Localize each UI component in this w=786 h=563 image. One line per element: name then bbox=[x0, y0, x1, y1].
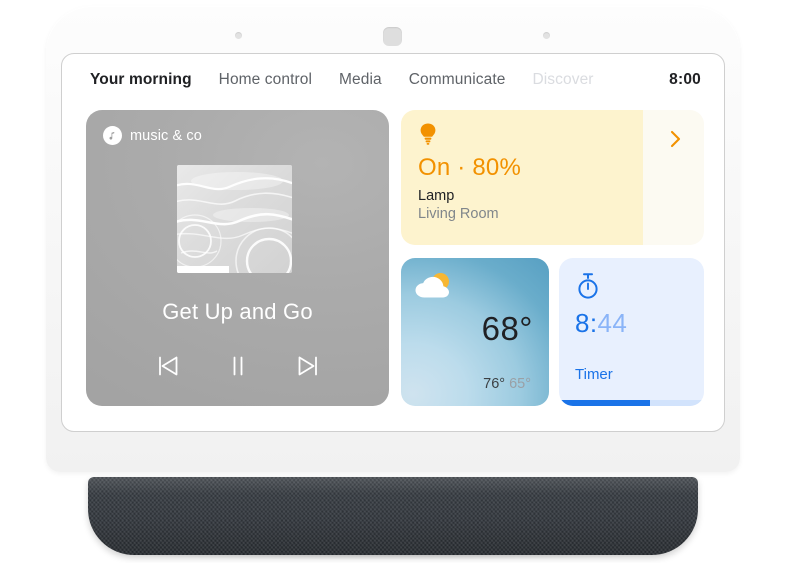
timer-value-main: 8: bbox=[575, 308, 598, 338]
light-bulb-icon bbox=[418, 122, 704, 151]
media-player-card[interactable]: music & co Get Up and Go bbox=[86, 110, 389, 406]
timer-progress-bar bbox=[559, 400, 704, 406]
temperature-range: 76° 65° bbox=[483, 376, 531, 392]
skip-previous-icon[interactable] bbox=[155, 353, 181, 384]
high-temperature: 76° bbox=[483, 376, 506, 392]
lamp-room-label: Living Room bbox=[418, 206, 499, 222]
weather-card[interactable]: 68° 76° 65° bbox=[401, 258, 549, 406]
sensor-dot-right-icon bbox=[543, 32, 550, 39]
timer-label: Timer bbox=[575, 366, 613, 383]
status-clock: 8:00 bbox=[669, 71, 701, 88]
lamp-name-label: Lamp bbox=[418, 188, 455, 204]
pause-icon[interactable] bbox=[225, 353, 251, 384]
card-grid: music & co Get Up and Go On · 80% Lamp L… bbox=[86, 110, 704, 408]
stopwatch-icon bbox=[575, 272, 601, 305]
timer-card[interactable]: 8:44 Timer bbox=[559, 258, 704, 406]
media-provider-label: music & co bbox=[130, 127, 202, 144]
lamp-card-content: On · 80% Lamp Living Room bbox=[418, 122, 704, 222]
sensor-dot-left-icon bbox=[235, 32, 242, 39]
speaker-grille bbox=[88, 477, 698, 555]
camera-sensor-icon bbox=[383, 27, 402, 46]
tab-your-morning[interactable]: Your morning bbox=[90, 71, 192, 89]
tab-discover[interactable]: Discover bbox=[532, 71, 593, 89]
album-artwork-notch bbox=[177, 266, 229, 273]
top-navigation-bar: Your morning Home control Media Communic… bbox=[62, 54, 724, 106]
media-transport-controls bbox=[86, 353, 389, 384]
music-note-icon bbox=[103, 126, 122, 145]
timer-value-seconds: 44 bbox=[597, 308, 628, 338]
media-provider: music & co bbox=[103, 126, 202, 145]
smart-display-device: Your morning Home control Media Communic… bbox=[0, 0, 786, 563]
lamp-state-label: On · 80% bbox=[418, 154, 521, 181]
timer-value: 8:44 bbox=[575, 308, 627, 339]
chevron-right-icon[interactable] bbox=[670, 130, 682, 153]
tab-home-control[interactable]: Home control bbox=[219, 71, 312, 89]
tab-media[interactable]: Media bbox=[339, 71, 382, 89]
display-screen: Your morning Home control Media Communic… bbox=[61, 53, 725, 432]
tab-communicate[interactable]: Communicate bbox=[409, 71, 506, 89]
skip-next-icon[interactable] bbox=[295, 353, 321, 384]
track-title: Get Up and Go bbox=[162, 299, 313, 324]
partly-cloudy-icon bbox=[413, 270, 457, 309]
timer-progress-fill bbox=[559, 400, 651, 406]
current-temperature: 68° bbox=[481, 310, 533, 347]
album-artwork bbox=[177, 165, 292, 273]
low-temperature: 65° bbox=[509, 376, 531, 392]
lamp-device-card[interactable]: On · 80% Lamp Living Room bbox=[401, 110, 704, 245]
